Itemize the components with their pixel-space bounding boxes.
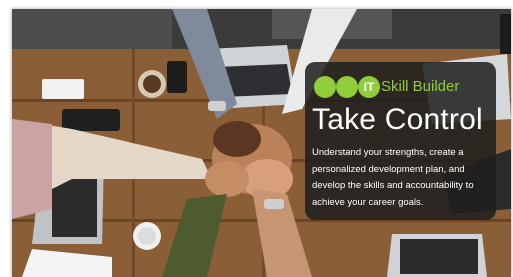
logo-circle-icon (314, 76, 336, 98)
logo-circle-icon (336, 76, 358, 98)
description: Understand your strengths, create a pers… (312, 147, 474, 208)
logo-badge-text: IT (363, 80, 375, 94)
promo-banner: IT Skill Builder Take Control Understand… (0, 0, 513, 277)
logo-brand-text: Skill Builder (381, 78, 460, 95)
it-skill-builder-logo: IT Skill Builder (314, 76, 494, 98)
headline: Take Control (312, 103, 483, 136)
promo-card: IT Skill Builder Take Control Understand… (305, 62, 496, 220)
